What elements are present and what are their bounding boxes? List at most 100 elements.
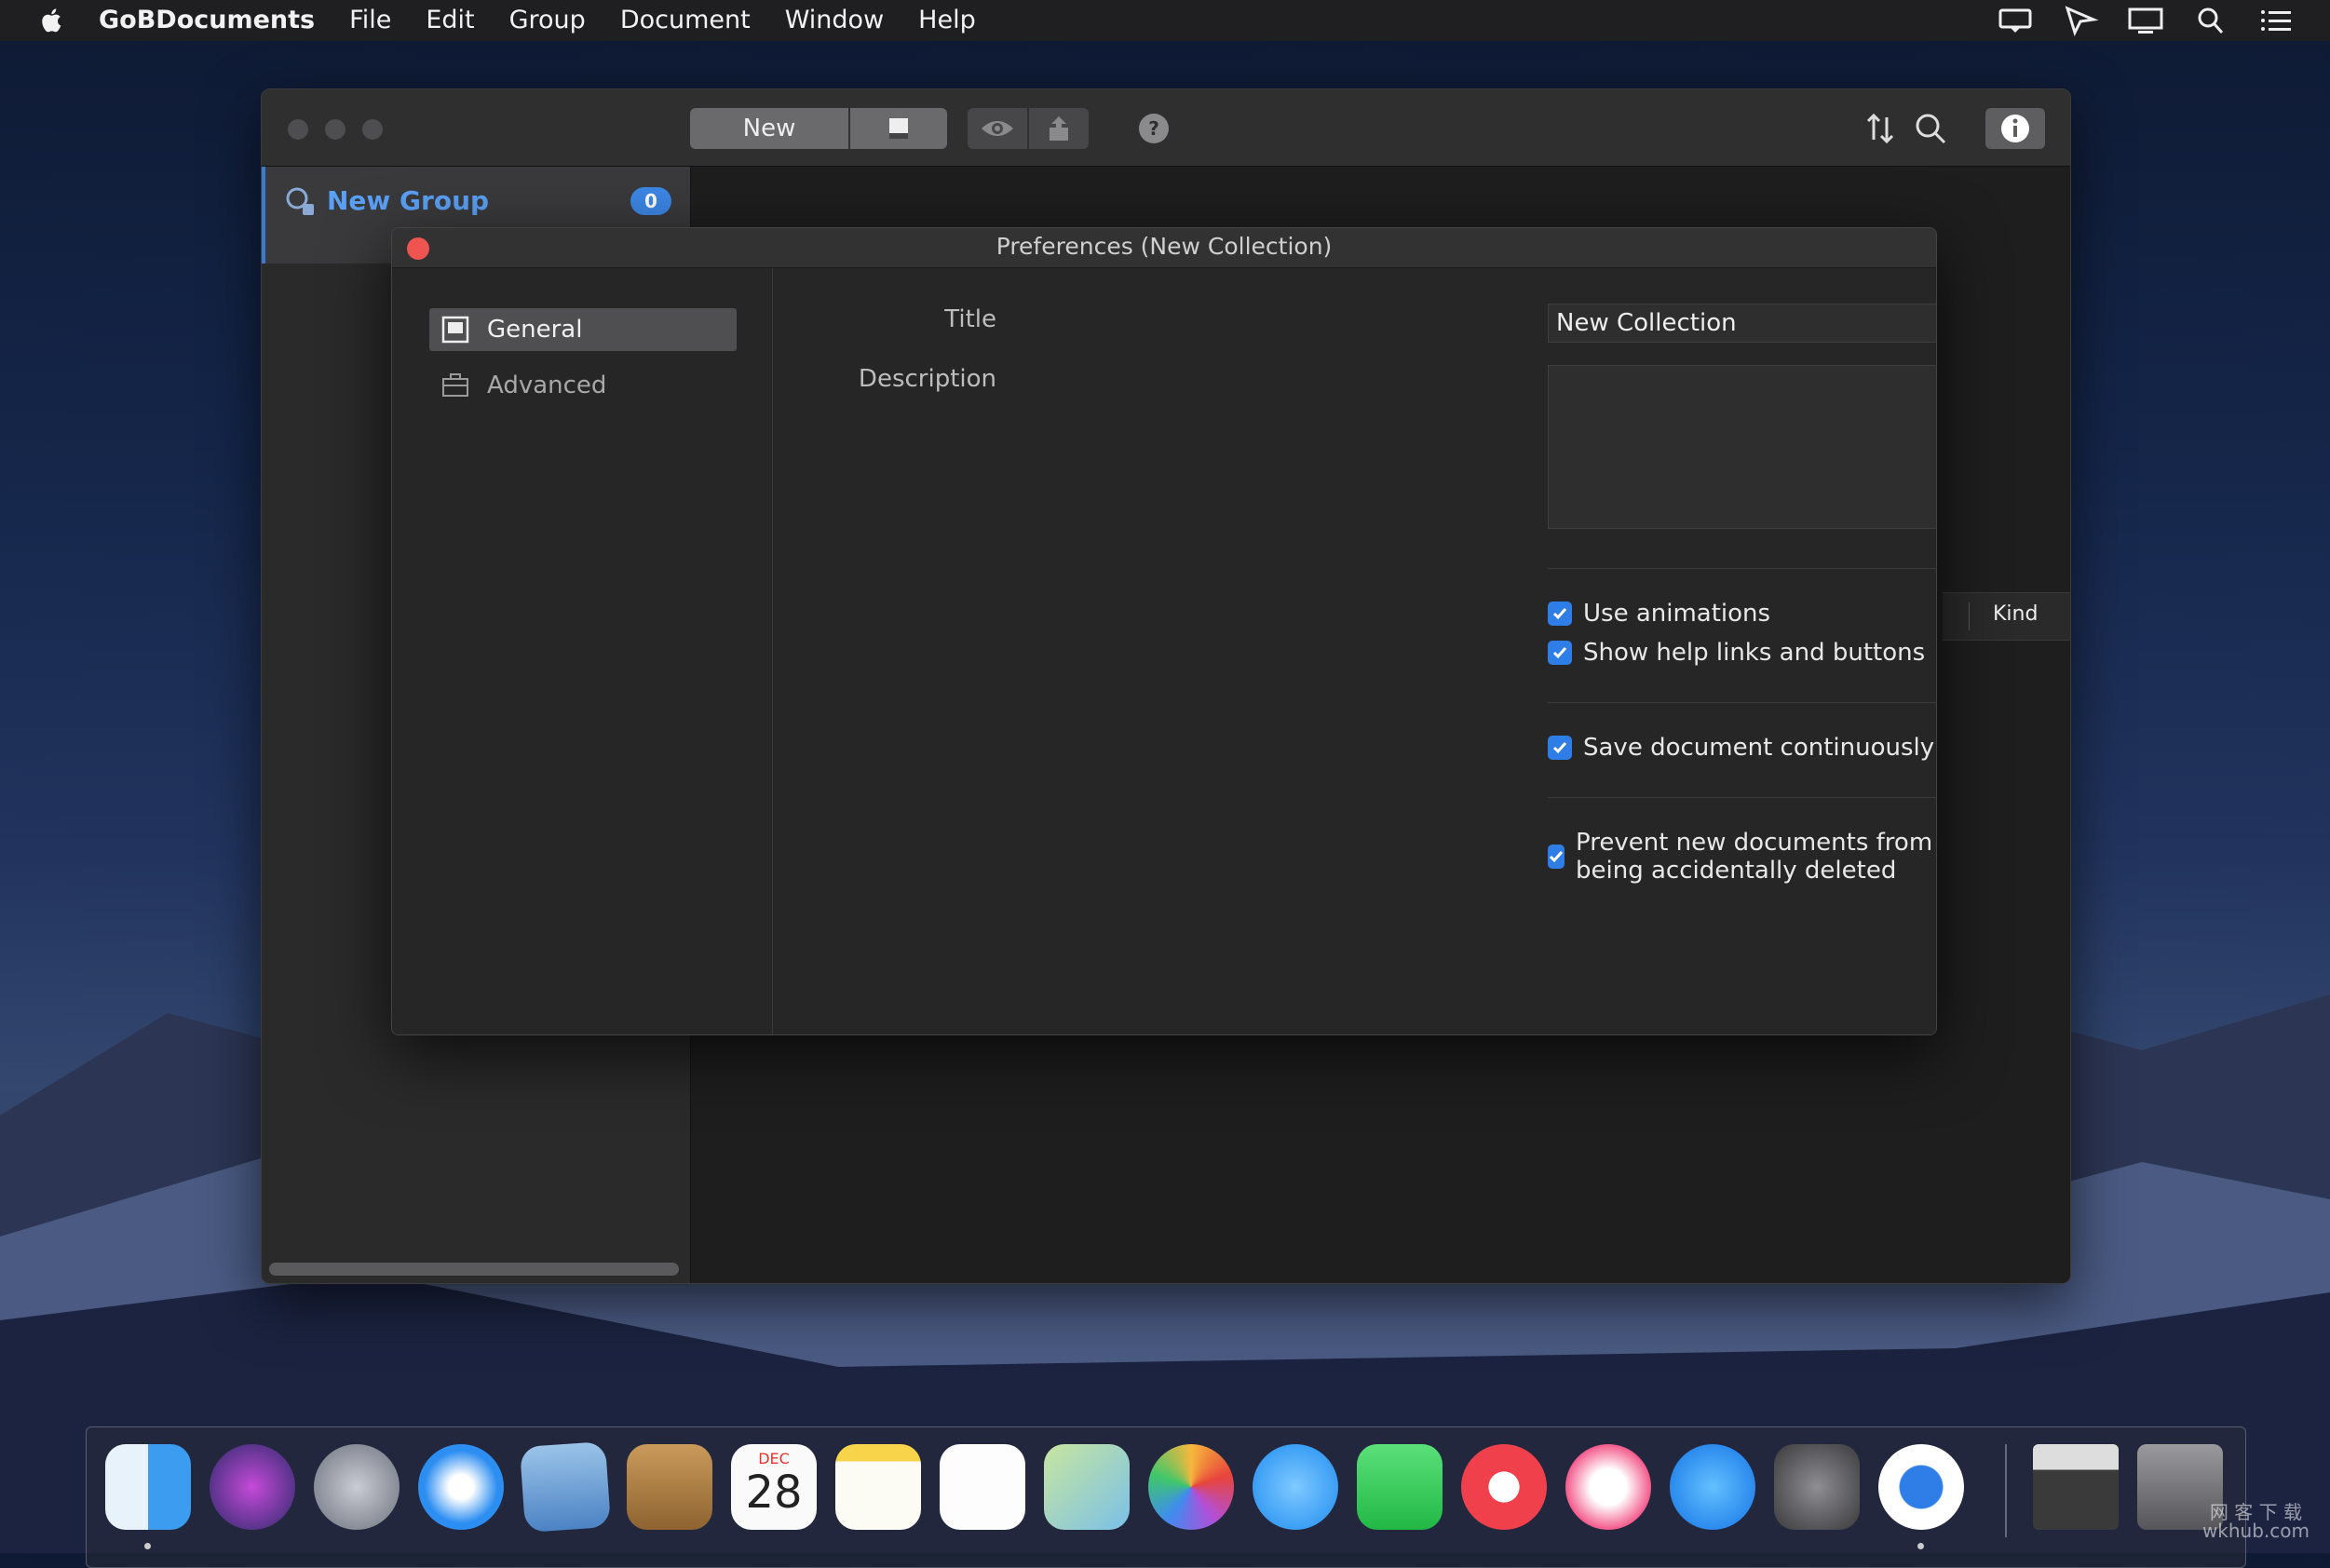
use-animations-checkbox-row[interactable]: Use animations xyxy=(1548,600,1770,628)
window-toolbar: New ? xyxy=(262,89,2070,167)
search-icon[interactable] xyxy=(1912,110,1949,147)
tab-general-label: General xyxy=(487,316,583,344)
window-zoom-button[interactable] xyxy=(362,119,383,140)
preferences-content: Title New Collection Description Use ani… xyxy=(773,268,1936,1034)
spotlight-icon[interactable] xyxy=(2192,5,2229,36)
control-list-icon[interactable] xyxy=(2257,5,2295,36)
show-help-label: Show help links and buttons xyxy=(1583,639,1926,667)
prevent-deletion-label: Prevent new documents from being acciden… xyxy=(1576,829,1933,885)
description-label: Description xyxy=(858,365,996,393)
preview-button[interactable] xyxy=(968,108,1027,149)
contacts-icon[interactable] xyxy=(627,1444,712,1530)
help-icon[interactable]: ? xyxy=(1137,112,1171,145)
dock-separator xyxy=(2005,1444,2007,1537)
document-icon xyxy=(889,118,908,139)
launchpad-icon[interactable] xyxy=(314,1444,400,1530)
save-continuously-checkbox[interactable] xyxy=(1548,736,1572,760)
save-continuously-label: Save document continuously xyxy=(1583,734,1935,762)
finder-icon[interactable] xyxy=(105,1444,191,1530)
title-field[interactable]: New Collection xyxy=(1548,304,1936,343)
checkmark-icon xyxy=(1549,851,1564,863)
dock: DEC 28 xyxy=(86,1426,2246,1568)
gobdocuments-icon[interactable] xyxy=(1878,1444,1964,1530)
news-icon[interactable] xyxy=(1461,1444,1547,1530)
watermark-line-2: wkhub.com xyxy=(2201,1520,2310,1542)
use-animations-checkbox[interactable] xyxy=(1548,602,1572,626)
preferences-panel: Preferences (New Collection) General Adv… xyxy=(391,227,1937,1035)
column-header-kind[interactable]: Kind xyxy=(1943,592,2070,641)
prevent-deletion-checkbox[interactable] xyxy=(1548,845,1565,869)
window-close-button[interactable] xyxy=(288,119,308,140)
photos-icon[interactable] xyxy=(1148,1444,1234,1530)
notification-icon[interactable] xyxy=(1997,5,2034,36)
app-store-icon[interactable] xyxy=(1670,1444,1755,1530)
mail-icon[interactable] xyxy=(519,1440,612,1534)
prevent-deletion-checkbox-row[interactable]: Prevent new documents from being acciden… xyxy=(1548,829,1936,885)
menu-bar: GoBDocuments File Edit Group Document Wi… xyxy=(0,0,2330,41)
briefcase-icon xyxy=(442,373,468,397)
notes-icon[interactable] xyxy=(835,1444,921,1530)
siri-icon[interactable] xyxy=(210,1444,295,1530)
running-indicator xyxy=(144,1543,151,1549)
maps-icon[interactable] xyxy=(1044,1444,1130,1530)
menu-group[interactable]: Group xyxy=(509,0,586,41)
new-options-button[interactable] xyxy=(850,108,947,149)
info-button[interactable] xyxy=(1985,108,2045,149)
display-icon[interactable] xyxy=(2127,5,2164,36)
airplay-icon[interactable] xyxy=(2062,5,2099,36)
general-icon xyxy=(441,316,469,344)
music-icon[interactable] xyxy=(1565,1444,1651,1530)
messages-icon[interactable] xyxy=(1253,1444,1338,1530)
calendar-icon[interactable]: DEC 28 xyxy=(731,1444,817,1530)
reminders-icon[interactable] xyxy=(940,1444,1025,1530)
calendar-month: DEC xyxy=(758,1450,790,1467)
section-divider xyxy=(1548,702,1936,703)
column-header-label: Kind xyxy=(1993,602,2039,626)
show-help-checkbox[interactable] xyxy=(1548,641,1572,665)
checkmark-icon xyxy=(1552,647,1567,659)
menu-edit[interactable]: Edit xyxy=(426,0,474,41)
section-divider xyxy=(1548,568,1936,569)
safari-icon[interactable] xyxy=(418,1444,504,1530)
system-preferences-icon[interactable] xyxy=(1774,1444,1860,1530)
share-button[interactable] xyxy=(1029,108,1089,149)
new-button[interactable]: New xyxy=(690,108,848,149)
status-area xyxy=(1997,0,2295,41)
group-count-badge: 0 xyxy=(630,187,671,215)
apple-icon[interactable] xyxy=(37,6,67,35)
watermark: 网 客 下 载 wkhub.com xyxy=(2202,1503,2310,1540)
eye-icon xyxy=(982,121,1013,136)
facetime-icon[interactable] xyxy=(1357,1444,1443,1530)
new-button-label: New xyxy=(742,115,796,142)
tab-advanced-label: Advanced xyxy=(487,372,607,399)
info-icon xyxy=(2001,115,2029,142)
use-animations-label: Use animations xyxy=(1583,600,1771,628)
menu-help[interactable]: Help xyxy=(918,0,976,41)
smart-group-icon xyxy=(286,187,314,215)
menu-app-name[interactable]: GoBDocuments xyxy=(99,0,315,41)
checkmark-icon xyxy=(1552,742,1567,754)
svg-text:?: ? xyxy=(1148,117,1159,140)
menu-file[interactable]: File xyxy=(349,0,391,41)
title-label: Title xyxy=(944,305,996,333)
save-continuously-checkbox-row[interactable]: Save document continuously xyxy=(1548,734,1934,762)
checkmark-icon xyxy=(1552,608,1567,620)
sidebar-item-label: New Group xyxy=(327,185,490,216)
preferences-sidebar: General Advanced xyxy=(392,268,773,1034)
calendar-day: 28 xyxy=(745,1467,803,1519)
tab-advanced[interactable]: Advanced xyxy=(429,364,737,407)
window-minimize-button[interactable] xyxy=(325,119,345,140)
watermark-line-1: 网 客 下 载 xyxy=(2209,1501,2302,1523)
running-indicator xyxy=(1917,1543,1924,1549)
share-icon xyxy=(1050,116,1068,141)
preferences-title: Preferences (New Collection) xyxy=(996,233,1333,260)
tab-general[interactable]: General xyxy=(429,308,737,351)
sidebar-horizontal-scrollbar[interactable] xyxy=(269,1263,679,1276)
show-help-checkbox-row[interactable]: Show help links and buttons xyxy=(1548,639,1925,667)
column-separator xyxy=(1969,602,1970,630)
description-field[interactable] xyxy=(1548,365,1936,529)
downloads-stack-icon[interactable] xyxy=(2033,1444,2119,1530)
menu-document[interactable]: Document xyxy=(620,0,751,41)
sort-icon[interactable] xyxy=(1865,112,1895,145)
menu-window[interactable]: Window xyxy=(785,0,884,41)
